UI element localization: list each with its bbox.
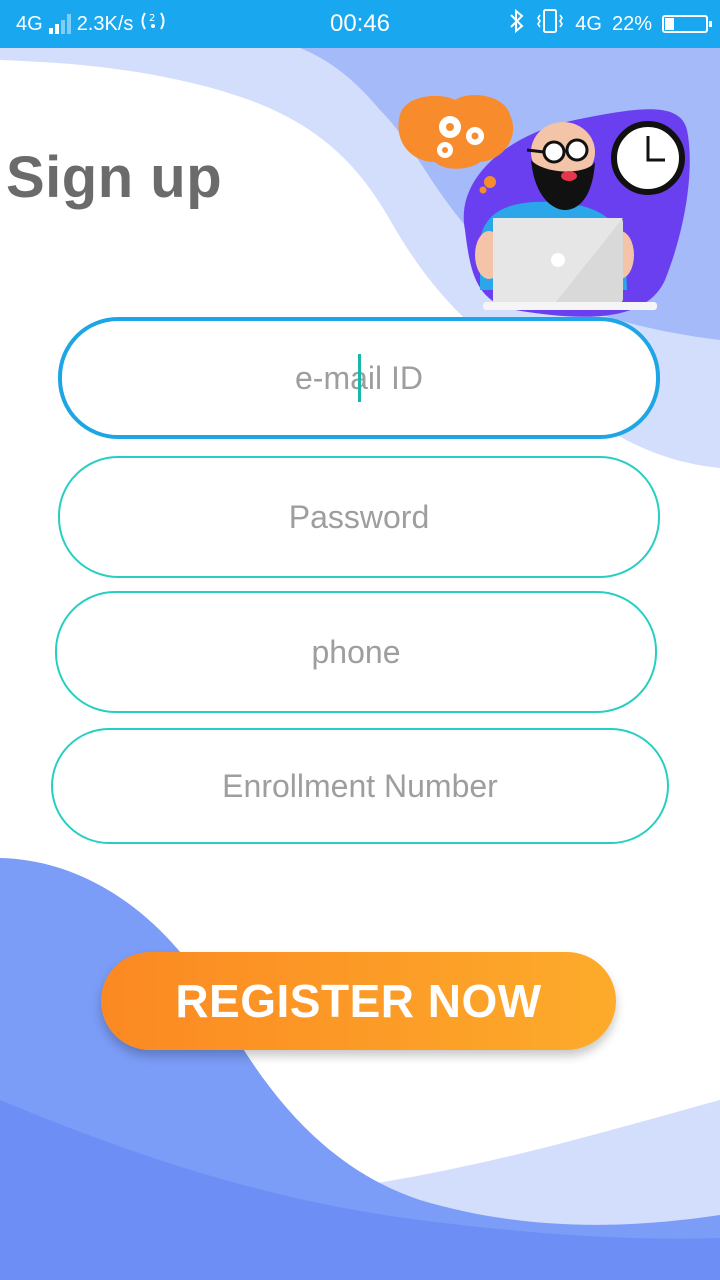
enrollment-field-container[interactable] xyxy=(51,728,669,844)
page-title: Sign up xyxy=(6,145,223,210)
battery-percent: 22% xyxy=(611,12,652,35)
status-right: 4G 22% xyxy=(509,0,712,48)
vibrate-icon xyxy=(535,8,565,40)
enrollment-number-input[interactable] xyxy=(53,729,667,843)
password-input[interactable] xyxy=(60,457,658,577)
status-bar: 4G 2.3K/s 2 00:46 4G 22% xyxy=(0,0,720,48)
battery-icon xyxy=(662,15,712,33)
phone-input[interactable] xyxy=(57,592,655,712)
email-field-container[interactable] xyxy=(58,317,660,439)
password-field-container[interactable] xyxy=(58,456,660,578)
phone-field-container[interactable] xyxy=(55,591,657,713)
battery-level xyxy=(665,18,674,30)
developer-illustration xyxy=(398,95,690,317)
clock-icon xyxy=(611,121,685,195)
bluetooth-icon xyxy=(509,8,525,40)
network-type-right: 4G xyxy=(575,12,602,35)
text-caret xyxy=(358,354,361,402)
register-button[interactable]: REGISTER NOW xyxy=(101,952,616,1050)
